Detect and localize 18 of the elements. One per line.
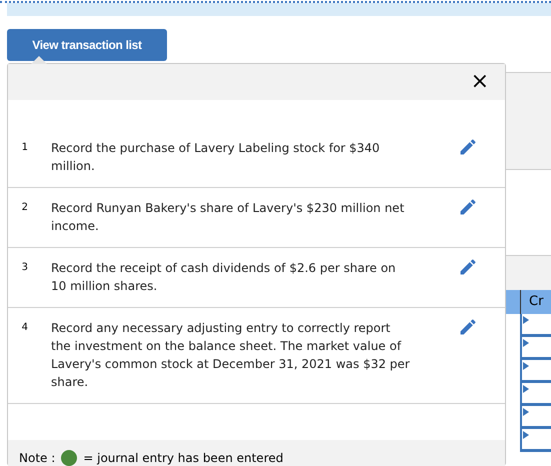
transaction-number: 3 — [20, 261, 28, 275]
transaction-text: Record the purchase of Lavery Labeling stock for $340 million. — [51, 140, 381, 175]
transaction-text: Record Runyan Bakery's share of Lavery's $230 million net income. — [51, 200, 406, 235]
pencil-icon[interactable] — [458, 137, 478, 157]
pencil-icon[interactable] — [458, 317, 478, 337]
pencil-icon[interactable] — [458, 257, 478, 277]
note-label: Note : — [19, 451, 56, 465]
pencil-icon[interactable] — [458, 197, 478, 217]
transaction-number: 1 — [20, 141, 28, 155]
note-text: = journal entry has been entered — [83, 451, 284, 465]
transaction-text: Record the receipt of cash dividends of $2.6 per share on 10 million shares. — [51, 260, 397, 295]
legend-dot — [61, 450, 78, 466]
transaction-text: Record any necessary adjusting entry to correctly report the investment on the balance sheet. The market value of Lavery's common stock at December 31, 2021 was $32 per share. — [51, 320, 411, 391]
transaction-number: 2 — [20, 201, 28, 215]
column-header: Cr — [520, 290, 544, 314]
transaction-number: 4 — [20, 321, 28, 335]
close-button[interactable]: × — [466, 71, 493, 93]
view-transaction-list-button[interactable]: View transaction list — [7, 29, 167, 61]
